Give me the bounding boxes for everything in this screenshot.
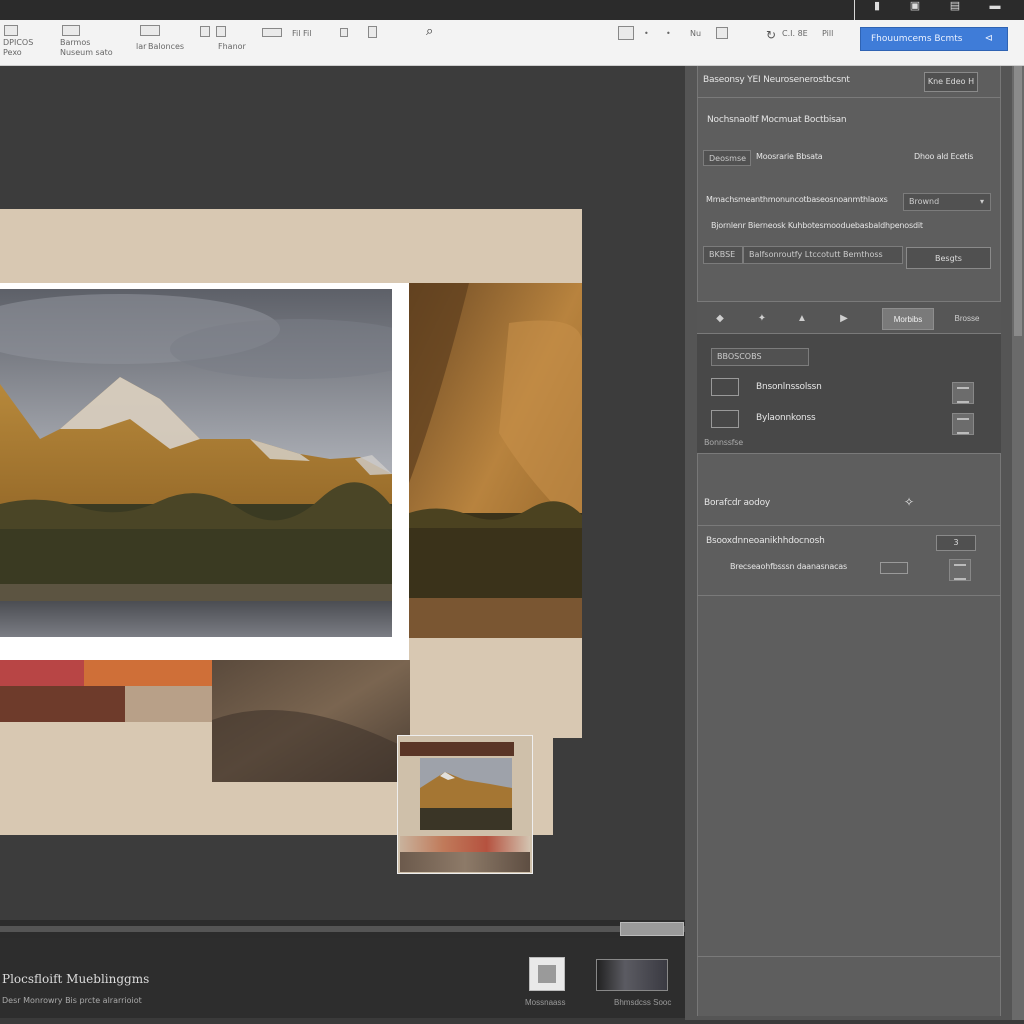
hillside-photo[interactable] [409, 283, 582, 638]
toolbar-group3-sublabel[interactable]: Balonces [148, 42, 184, 51]
tab-play-icon[interactable]: ▶ [832, 308, 856, 330]
page-icon [538, 965, 556, 983]
thumbnail-band-top [400, 742, 514, 756]
scrollbar-thumb[interactable] [620, 922, 684, 936]
thumbnail-band-bottom [400, 852, 530, 872]
laptop-icon[interactable]: ▬ [978, 0, 1012, 20]
toolbar-right-label1[interactable]: C.I. 8E [782, 29, 808, 38]
status-subtitle: Desr Monrowry Bis prcte alrarrioiot [2, 996, 142, 1005]
status-title: Plocsfloift Mueblinggms [2, 972, 150, 986]
panel-header-title: Baseonsy YEI Neurosenerostbcsnt [703, 75, 850, 85]
toolbar-right-label2[interactable]: Pill [822, 29, 833, 38]
row3-field2[interactable]: Balfsonroutfy Ltccotutt Bemthoss [743, 246, 903, 264]
texture-photo-image [212, 660, 410, 782]
layout-sheet-top[interactable] [0, 209, 582, 283]
layer1-menu-icon[interactable] [952, 382, 974, 404]
layer2-menu-icon[interactable] [952, 413, 974, 435]
search-icon[interactable]: ⌕ [426, 24, 433, 39]
hillside-photo-image [409, 283, 582, 638]
layer2-icon[interactable] [711, 410, 739, 428]
table-icon[interactable] [618, 26, 634, 40]
section4-toggle[interactable]: 3 [936, 535, 976, 551]
color-swatch-red[interactable] [0, 660, 84, 686]
toolbar-group2-label[interactable]: Barmos [60, 38, 90, 47]
panel-scrollbar-thumb[interactable] [1014, 66, 1022, 336]
link-icon[interactable] [880, 562, 908, 574]
toolbar-dot: • [644, 29, 649, 38]
clock-icon[interactable] [716, 27, 728, 39]
section4-settings-icon[interactable] [949, 559, 971, 581]
row2-label: Bjornlenr Bierneosk Kuhbotesmooduebasbal… [711, 221, 923, 230]
toolbar-group1-label[interactable]: DPICOS [3, 38, 33, 47]
section4-sub: Brecseaohfbsssn daanasnacas [730, 562, 847, 571]
layout-sheet-right[interactable] [409, 637, 582, 738]
grid-icon[interactable] [216, 26, 226, 37]
toolbar-group5-label[interactable]: Fil Fil [292, 29, 311, 38]
layers-footer: Bonnssfse [704, 438, 743, 447]
preview-button[interactable] [596, 959, 668, 991]
thumbnail-preview[interactable] [397, 735, 533, 874]
toolbar-group4-label[interactable]: Fhanor [218, 42, 246, 51]
mountain-photo-image [0, 289, 392, 637]
toolbar-group1-sublabel: Pexo [3, 48, 22, 57]
mountain-photo[interactable] [0, 289, 392, 637]
ruler-icon[interactable] [262, 28, 282, 37]
panel-divider [697, 956, 1001, 957]
title-strip: ▮ ▣ ▤ ▬ [0, 0, 1024, 20]
tab-star-icon[interactable]: ✦ [750, 308, 774, 330]
document-icon[interactable] [4, 25, 18, 36]
layout-sheet-strip[interactable] [533, 738, 553, 835]
tab-active[interactable]: Morbibs [882, 308, 934, 330]
crop-icon[interactable] [200, 26, 210, 37]
sparkle-icon[interactable]: ✧ [904, 495, 914, 509]
thumbnail-swatch-bar [400, 836, 530, 852]
row1-select-value: Brownd [909, 197, 940, 206]
scrollbar-track[interactable] [0, 926, 685, 932]
layer2-label[interactable]: Bylaonnkonss [756, 413, 816, 423]
tab-other[interactable]: Brosse [942, 308, 992, 330]
toolbar-group3-label[interactable]: lar [136, 42, 146, 51]
page-view-label: Mossnaass [525, 998, 566, 1007]
toolbar-dot2: • [666, 29, 671, 38]
refresh-icon[interactable]: ↻ [766, 28, 776, 42]
row1-label: Mmachsmeanthmonuncotbaseosnoanmthlaoxs [706, 195, 888, 204]
primary-action-button[interactable]: Fhouumcems Bcmts ⊲ [860, 27, 1008, 51]
tab-shape-icon[interactable]: ▲ [790, 308, 814, 330]
color-swatch-tan[interactable] [125, 686, 212, 722]
section1-field[interactable]: Deosmse [703, 150, 751, 166]
primary-action-label: Fhouumcems Bcmts [871, 34, 963, 44]
layout-icon[interactable] [140, 25, 160, 36]
panel-header-button[interactable]: Kne Edeo H [924, 72, 978, 92]
page-icon[interactable] [368, 26, 377, 38]
layer1-label[interactable]: Bnsonlnssolssn [756, 382, 822, 392]
section1-title: Nochsnaoltf Mocmuat Boctbisan [707, 115, 847, 125]
color-swatch-brown[interactable] [0, 686, 125, 722]
preview-label: Bhmsdcss Sooc [614, 998, 672, 1007]
camera-icon[interactable]: ▣ [898, 0, 932, 20]
color-swatch-orange[interactable] [84, 660, 212, 686]
thumbnail-image [420, 758, 512, 830]
row3-field1[interactable]: BKBSE [703, 246, 743, 264]
section3-label: Borafcdr aodoy [704, 498, 771, 508]
toolbar-right-label3[interactable]: Nu [690, 29, 701, 38]
bar-chart-icon[interactable]: ▮ [860, 0, 894, 20]
layer1-icon[interactable] [711, 378, 739, 396]
panel-section-3 [697, 454, 1001, 526]
texture-photo[interactable] [212, 660, 410, 782]
tab-fill-icon[interactable]: ◆ [708, 308, 732, 330]
section1-value: Dhoo ald Ecetis [914, 152, 974, 161]
section4-title: Bsooxdnneoanikhhdocnosh [706, 536, 825, 546]
image-icon[interactable] [62, 25, 80, 36]
main-toolbar: DPICOS Pexo Barmos Nuseum sato lar Balon… [0, 20, 1024, 66]
row3-button[interactable]: Besgts [906, 247, 991, 269]
section1-label: Moosrarie Bbsata [756, 152, 823, 161]
align-icon[interactable] [340, 28, 348, 37]
page-view-button[interactable] [529, 957, 565, 991]
row1-select[interactable]: Brownd ▾ [903, 193, 991, 211]
monitor-icon[interactable]: ▤ [938, 0, 972, 20]
toolbar-group2-sublabel: Nuseum sato [60, 48, 113, 57]
export-icon: ⊲ [984, 33, 993, 44]
layers-header[interactable]: BBOSCOBS [711, 348, 809, 366]
chevron-down-icon: ▾ [979, 197, 984, 206]
